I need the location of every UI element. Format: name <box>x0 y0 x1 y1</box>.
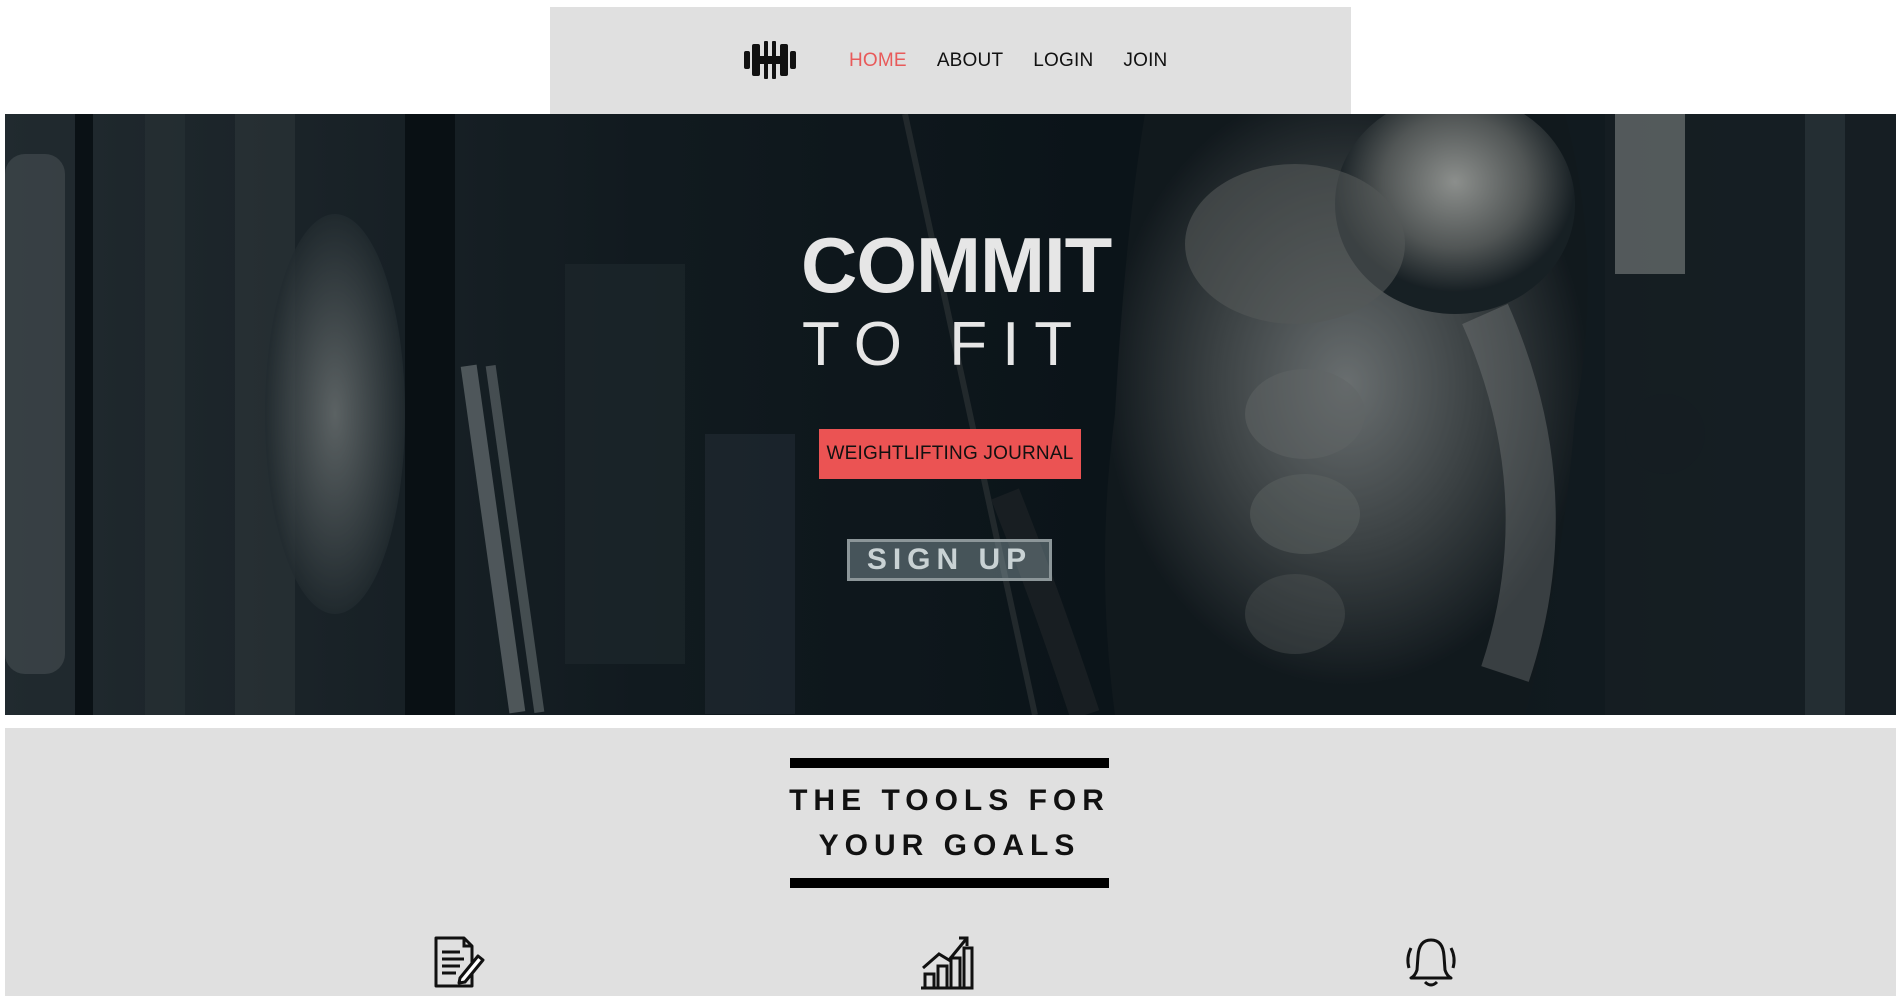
journal-edit-icon <box>434 936 485 988</box>
hero-background-image <box>5 114 1896 715</box>
nav-link-login[interactable]: LOGIN <box>1033 50 1093 72</box>
growth-chart-icon <box>921 936 974 990</box>
hero-title-line1: COMMIT <box>801 221 1112 309</box>
nav-link-about[interactable]: ABOUT <box>937 50 1003 72</box>
tools-section: THE TOOLS FOR YOUR GOALS <box>5 728 1896 996</box>
hero-title-line2: TO FIT <box>802 310 1088 379</box>
page: HOME ABOUT LOGIN JOIN COMMIT TO FIT WEIG… <box>0 0 1901 996</box>
notification-bell-icon <box>1406 938 1456 987</box>
tools-heading-line2: YOUR GOALS <box>818 829 1081 862</box>
navbar: HOME ABOUT LOGIN JOIN <box>550 7 1351 114</box>
tools-heading: THE TOOLS FOR YOUR GOALS <box>789 758 1110 888</box>
dumbbell-icon[interactable] <box>744 41 796 79</box>
tools-heading-line1: THE TOOLS FOR <box>789 784 1110 817</box>
hero-banner: COMMIT TO FIT WEIGHTLIFTING JOURNAL SIGN… <box>5 114 1896 715</box>
nav-links: HOME ABOUT LOGIN JOIN <box>849 7 1167 114</box>
nav-link-join[interactable]: JOIN <box>1123 50 1167 72</box>
sign-up-button[interactable]: SIGN UP <box>847 539 1052 581</box>
weightlifting-journal-button[interactable]: WEIGHTLIFTING JOURNAL <box>819 429 1081 479</box>
nav-link-home[interactable]: HOME <box>849 50 907 72</box>
